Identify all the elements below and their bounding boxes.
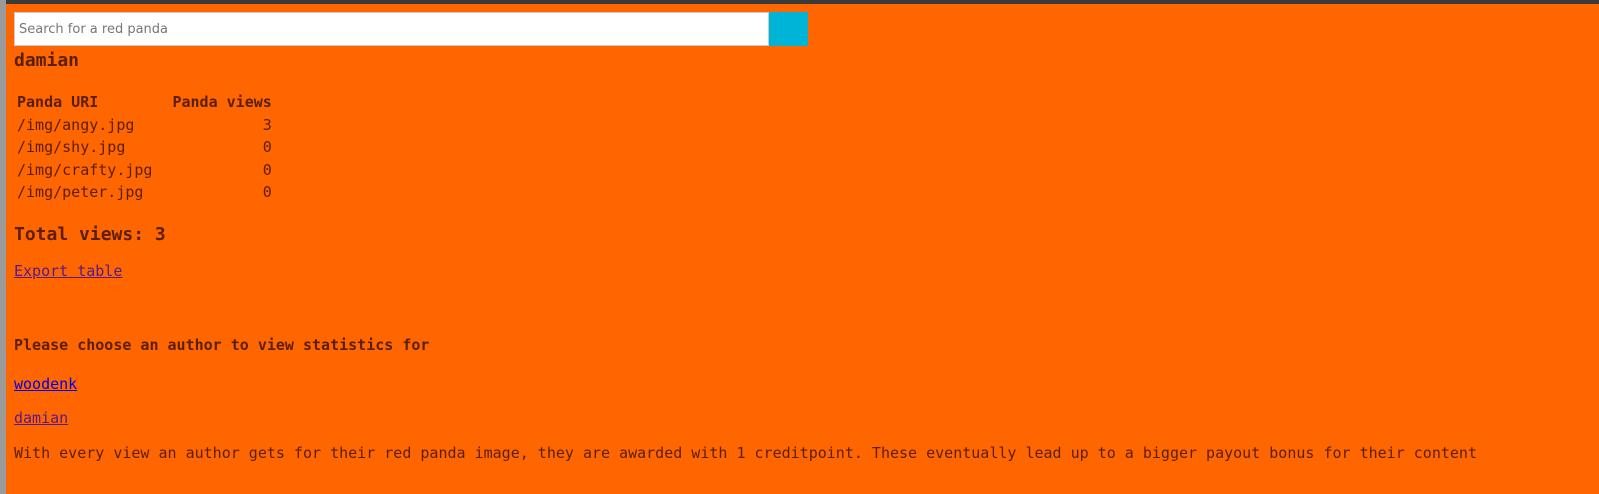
table-row: /img/shy.jpg 0 [15,136,274,159]
main-content: damian Panda URI Panda views /img/angy.j… [14,12,1594,462]
author-link-damian[interactable]: damian [14,409,1594,427]
search-input[interactable] [14,12,769,46]
total-views: Total views: 3 [14,223,166,245]
window-left-border [0,0,6,494]
column-header-views: Panda views [172,93,272,111]
panda-stats-table: Panda URI Panda views /img/angy.jpg 3 /i… [15,91,274,204]
panda-views-cell: 0 [262,183,272,201]
panda-views-cell: 0 [262,160,272,179]
panda-views-cell: 3 [262,115,272,134]
search-button[interactable] [769,12,808,46]
table-header-row: Panda URI Panda views [15,91,274,114]
table-row: /img/angy.jpg 3 [15,114,274,137]
panda-uri-cell: /img/peter.jpg [17,183,144,201]
creditpoint-info-text: With every view an author gets for their… [14,443,1477,462]
choose-author-heading: Please choose an author to view statisti… [14,335,430,354]
table-row: /img/crafty.jpg 0 [15,159,274,182]
panda-uri-cell: /img/angy.jpg [17,115,135,134]
author-link-woodenk[interactable]: woodenk [14,375,1594,393]
panda-views-cell: 0 [262,138,272,156]
window-top-border [0,0,1599,4]
export-table-link[interactable]: Export table [14,262,122,280]
search-form [14,12,1594,46]
table-row: /img/peter.jpg 0 [15,181,274,204]
panda-uri-cell: /img/shy.jpg [17,138,126,156]
panda-uri-cell: /img/crafty.jpg [17,160,153,179]
column-header-uri: Panda URI [17,93,99,111]
author-title: damian [14,50,80,71]
